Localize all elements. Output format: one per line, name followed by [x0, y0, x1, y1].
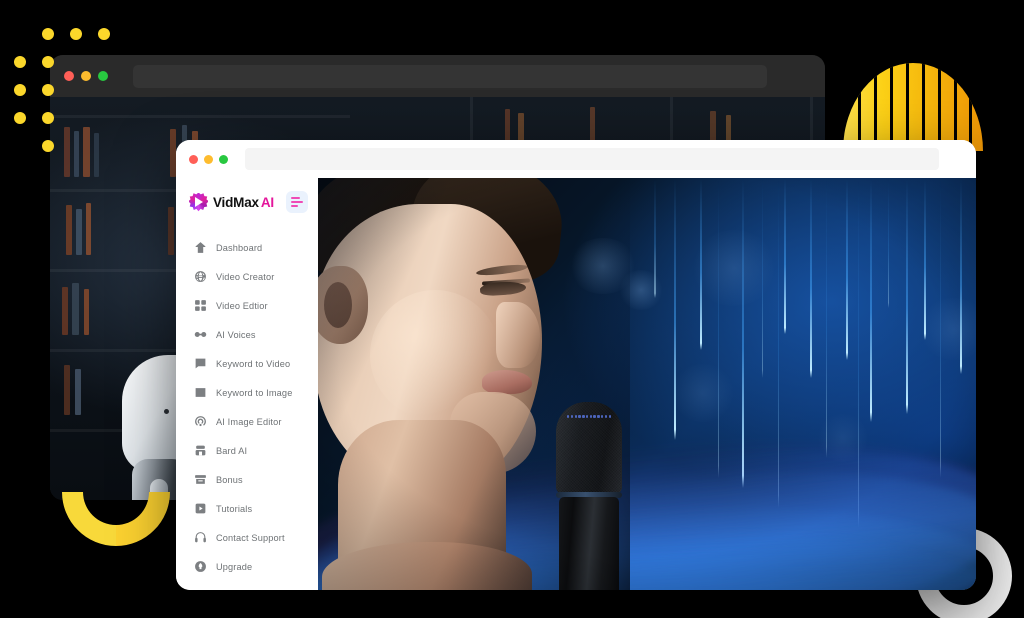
sidebar-item-contact-support[interactable]: Contact Support	[176, 523, 318, 552]
chat-video-icon	[194, 357, 207, 370]
sidebar-item-bonus[interactable]: Bonus	[176, 465, 318, 494]
close-button[interactable]	[189, 154, 198, 164]
gift-box-icon	[194, 473, 207, 486]
robot-icon	[194, 444, 207, 457]
sidebar-item-profile[interactable]: Profile	[176, 581, 318, 590]
rocket-circle-icon	[194, 560, 207, 573]
globe-icon	[194, 270, 207, 283]
front-window-url-bar[interactable]	[245, 148, 939, 170]
media-preview-panel	[318, 178, 976, 590]
app-browser-window: VidMax AI Dashboard Video Creator Video …	[176, 140, 976, 590]
sidebar-item-label: AI Image Editor	[216, 416, 282, 427]
yellow-arc-decoration	[62, 492, 170, 600]
brand-title: VidMax AI	[213, 195, 274, 210]
back-window-titlebar	[50, 55, 825, 97]
sidebar-item-label: Video Edtior	[216, 300, 268, 311]
sidebar-item-label: Bard AI	[216, 445, 248, 456]
sidebar-item-label: Contact Support	[216, 532, 285, 543]
sidebar-item-bard-ai[interactable]: Bard AI	[176, 436, 318, 465]
brand-suffix: AI	[260, 194, 274, 210]
sidebar-item-ai-image-editor[interactable]: AI Image Editor	[176, 407, 318, 436]
sidebar-item-label: Keyword to Video	[216, 358, 291, 369]
app-content: VidMax AI Dashboard Video Creator Video …	[176, 178, 976, 590]
striped-semicircle-decoration	[843, 63, 983, 151]
home-icon	[194, 241, 207, 254]
sidebar-item-label: Dashboard	[216, 242, 263, 253]
front-window-traffic-lights[interactable]	[189, 154, 228, 164]
sidebar-item-label: Bonus	[216, 474, 243, 485]
voice-wave-icon	[194, 328, 207, 341]
sidebar-item-label: Video Creator	[216, 271, 275, 282]
sidebar-item-keyword-to-video[interactable]: Keyword to Video	[176, 349, 318, 378]
sidebar-nav: Dashboard Video Creator Video Edtior AI …	[176, 233, 318, 590]
sidebar-item-upgrade[interactable]: Upgrade	[176, 552, 318, 581]
yellow-dot-grid-decoration	[14, 28, 124, 153]
sidebar-item-ai-voices[interactable]: AI Voices	[176, 320, 318, 349]
sidebar-item-label: AI Voices	[216, 329, 256, 340]
front-window-titlebar	[176, 140, 976, 178]
image-icon	[194, 386, 207, 399]
sidebar-item-label: Tutorials	[216, 503, 253, 514]
back-window-url-bar[interactable]	[133, 64, 767, 88]
sidebar-item-label: Keyword to Image	[216, 387, 293, 398]
sidebar-item-label: Upgrade	[216, 561, 253, 572]
brand-header: VidMax AI	[176, 182, 318, 222]
sidebar-item-keyword-to-image[interactable]: Keyword to Image	[176, 378, 318, 407]
sidebar-item-video-creator[interactable]: Video Creator	[176, 262, 318, 291]
vidmax-logo-icon	[189, 192, 208, 212]
profile-card-icon	[194, 589, 207, 590]
sidebar-item-video-editor[interactable]: Video Edtior	[176, 291, 318, 320]
wifi-signal-icon	[194, 415, 207, 428]
play-square-icon	[194, 502, 207, 515]
sidebar-item-dashboard[interactable]: Dashboard	[176, 233, 318, 262]
brand-name: VidMax	[213, 194, 259, 210]
maximize-button[interactable]	[219, 154, 228, 164]
sidebar-item-tutorials[interactable]: Tutorials	[176, 494, 318, 523]
menu-toggle-icon[interactable]	[286, 191, 308, 213]
microphone	[556, 402, 622, 590]
app-sidebar: VidMax AI Dashboard Video Creator Video …	[176, 178, 318, 590]
headphones-icon	[194, 531, 207, 544]
screenshot-stage: VidMax AI Dashboard Video Creator Video …	[0, 0, 1024, 618]
minimize-button[interactable]	[204, 154, 213, 164]
grid-icon	[194, 299, 207, 312]
